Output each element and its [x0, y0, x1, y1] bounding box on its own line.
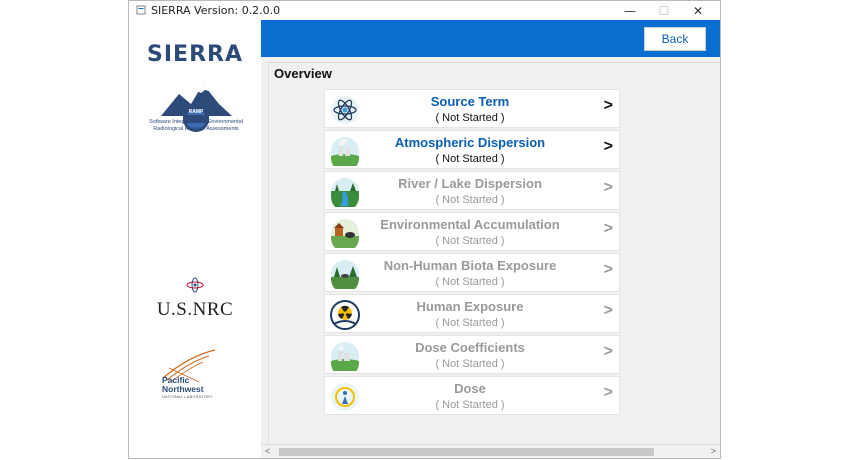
biota-icon [331, 260, 359, 289]
sierra-title: SIERRA [147, 42, 243, 67]
module-item-source-term[interactable]: Source Term ( Not Started ) > [324, 89, 620, 128]
scroll-left-arrow[interactable]: < [265, 446, 270, 456]
module-list: Source Term ( Not Started ) > Atmospheri… [324, 89, 620, 417]
pnnl-subtitle: NATIONAL LABORATORY [162, 395, 213, 399]
module-title: Atmospheric Dispersion [394, 135, 546, 150]
module-status: ( Not Started ) [435, 399, 505, 411]
module-status: ( Not Started ) [435, 194, 505, 206]
person-dose-icon [331, 383, 359, 411]
chevron-right-icon: > [603, 343, 613, 360]
back-button[interactable]: Back [644, 27, 706, 51]
sierra-subtitle: Software Integration for Environmental R… [149, 119, 243, 132]
app-icon [136, 5, 146, 15]
pnnl-name-line2: Northwest [162, 384, 204, 394]
module-title: Non-Human Biota Exposure [383, 258, 557, 273]
scroll-right-arrow[interactable]: > [711, 446, 716, 456]
chevron-right-icon: > [603, 138, 613, 155]
pnnl-name: Pacific Northwest [162, 376, 252, 394]
nrc-text: U.S.NRC [156, 299, 234, 320]
module-item-dose[interactable]: Dose ( Not Started ) > [324, 376, 620, 415]
river-icon [331, 178, 359, 207]
module-status: ( Not Started ) [435, 276, 505, 288]
overview-title: Overview [274, 66, 332, 81]
module-status: ( Not Started ) [435, 153, 505, 165]
atmosphere-icon [331, 137, 359, 166]
module-status: ( Not Started ) [435, 358, 505, 370]
chevron-right-icon: > [603, 302, 613, 319]
module-title: Dose Coefficients [415, 340, 525, 355]
module-item-river-lake-dispersion[interactable]: River / Lake Dispersion ( Not Started ) … [324, 171, 620, 210]
close-button[interactable]: ✕ [681, 1, 715, 21]
module-title: River / Lake Dispersion [398, 176, 542, 191]
plant-icon [331, 342, 359, 371]
farm-icon [331, 219, 359, 248]
chevron-right-icon: > [603, 261, 613, 278]
sierra-badge: RAMP [188, 109, 204, 115]
module-status: ( Not Started ) [435, 235, 505, 247]
module-item-environmental-accumulation[interactable]: Environmental Accumulation ( Not Started… [324, 212, 620, 251]
maximize-button[interactable]: ☐ [647, 1, 681, 21]
module-item-atmospheric-dispersion[interactable]: Atmospheric Dispersion ( Not Started ) > [324, 130, 620, 169]
horizontal-scrollbar[interactable]: < > [261, 444, 720, 458]
title-bar: SIERRA Version: 0.2.0.0 — ☐ ✕ [129, 1, 720, 21]
module-title: Human Exposure [416, 299, 524, 314]
atom-icon [331, 96, 359, 124]
scrollbar-thumb[interactable] [279, 448, 654, 456]
module-item-dose-coefficients[interactable]: Dose Coefficients ( Not Started ) > [324, 335, 620, 374]
module-title: Dose [454, 381, 486, 396]
chevron-right-icon: > [603, 97, 613, 114]
module-status: ( Not Started ) [435, 317, 505, 329]
left-panel: SIERRA RAMP Software Integration for Env… [129, 20, 261, 458]
module-title: Environmental Accumulation [380, 217, 560, 232]
module-item-human-exposure[interactable]: Human Exposure ( Not Started ) > [324, 294, 620, 333]
window-title: SIERRA Version: 0.2.0.0 [151, 4, 281, 17]
module-status: ( Not Started ) [435, 112, 505, 124]
chevron-right-icon: > [603, 384, 613, 401]
module-title: Source Term [430, 94, 510, 109]
minimize-button[interactable]: — [613, 1, 647, 21]
chevron-right-icon: > [603, 220, 613, 237]
module-item-non-human-biota-exposure[interactable]: Non-Human Biota Exposure ( Not Started )… [324, 253, 620, 292]
chevron-right-icon: > [603, 179, 613, 196]
radiation-icon [330, 300, 360, 330]
